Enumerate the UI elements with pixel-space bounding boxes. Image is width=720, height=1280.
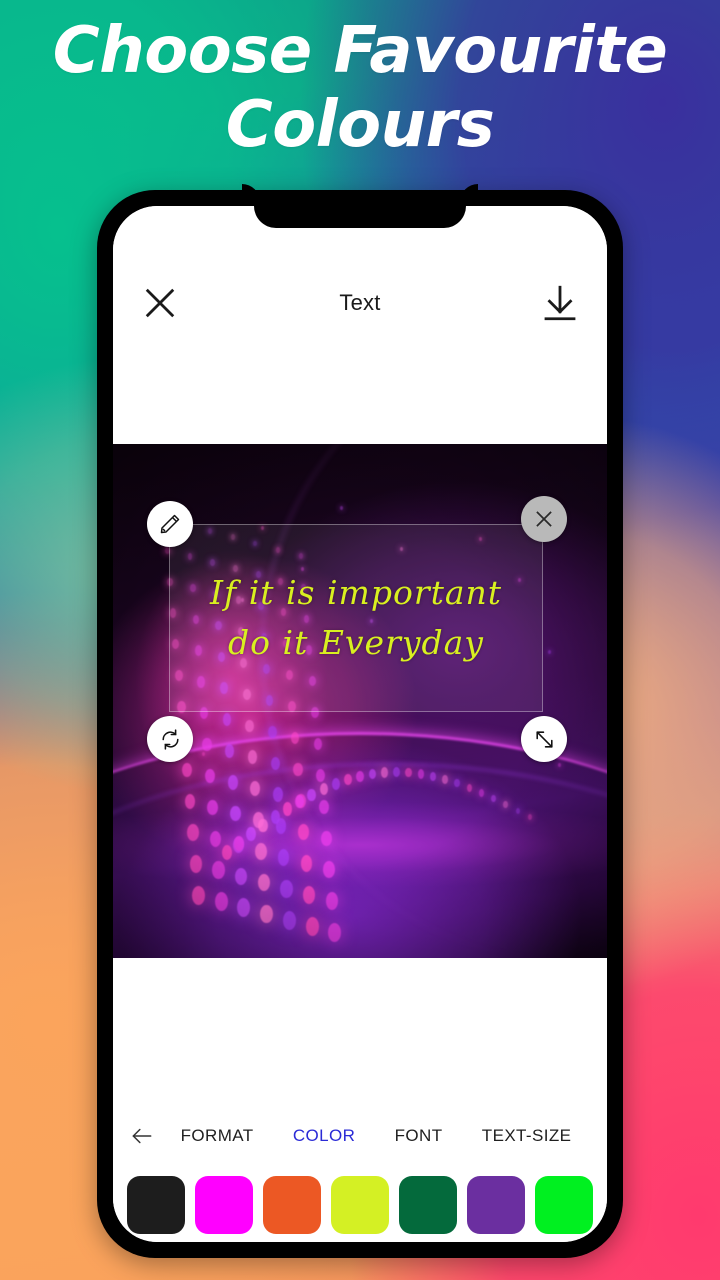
promo-background: Choose Favourite Colours Text If it is i…: [0, 0, 720, 1280]
download-arrow-icon[interactable]: [539, 282, 581, 324]
color-swatch-orange[interactable]: [263, 1176, 321, 1234]
color-swatch-black[interactable]: [127, 1176, 185, 1234]
color-swatch-purple[interactable]: [467, 1176, 525, 1234]
delete-handle[interactable]: [521, 496, 567, 542]
promo-heading-line-1: Choose Favourite: [52, 14, 668, 88]
tool-tabs: FORMAT COLOR FONT TEXT-SIZE: [113, 1104, 607, 1168]
promo-heading: Choose Favourite Colours: [0, 14, 720, 162]
close-x-icon[interactable]: [139, 282, 181, 324]
rotate-refresh-icon: [161, 728, 179, 750]
page-title: Text: [339, 290, 381, 315]
tab-format[interactable]: FORMAT: [161, 1126, 273, 1146]
phone-notch: [254, 190, 466, 228]
canvas-spacer: [113, 958, 607, 1104]
tab-color[interactable]: COLOR: [273, 1126, 375, 1146]
rotate-handle[interactable]: [147, 716, 193, 762]
pencil-icon: [160, 514, 180, 534]
color-swatch-dark-green[interactable]: [399, 1176, 457, 1234]
back-arrow-icon[interactable]: [129, 1123, 155, 1149]
promo-heading-line-2: Colours: [225, 88, 495, 162]
close-x-icon: [536, 511, 552, 527]
overlay-text: If it is important do it Everyday: [209, 573, 503, 662]
color-swatch-magenta[interactable]: [195, 1176, 253, 1234]
phone-mockup: Text If it is important do it Everyday F…: [97, 190, 623, 1258]
color-swatch-row: [113, 1168, 607, 1242]
color-swatch-bright-green[interactable]: [535, 1176, 593, 1234]
resize-handle[interactable]: [521, 716, 567, 762]
tab-text-size[interactable]: TEXT-SIZE: [462, 1126, 591, 1146]
edit-handle[interactable]: [147, 501, 193, 547]
color-swatch-yellow-green[interactable]: [331, 1176, 389, 1234]
diagonal-resize-icon: [535, 730, 553, 748]
image-canvas[interactable]: If it is important do it Everyday: [113, 444, 607, 958]
header-bar: Text: [113, 268, 607, 338]
app-header: Text: [113, 206, 607, 444]
text-sticker-box[interactable]: If it is important do it Everyday: [169, 524, 543, 712]
tab-font[interactable]: FONT: [375, 1126, 462, 1146]
phone-screen: Text If it is important do it Everyday F…: [113, 206, 607, 1242]
